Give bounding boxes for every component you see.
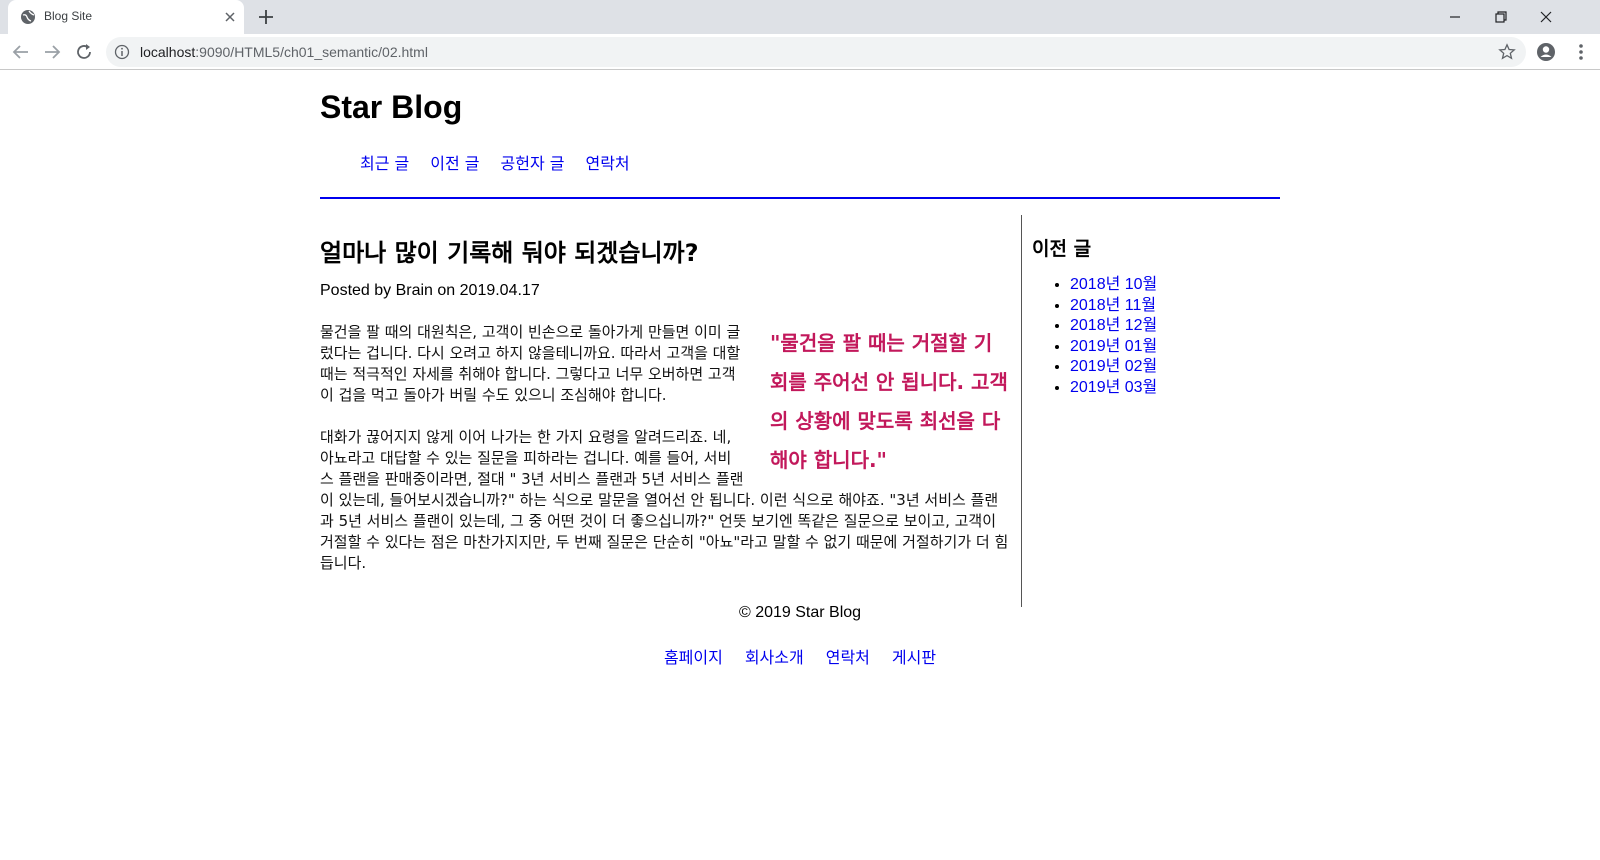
globe-icon: [21, 10, 35, 24]
browser-tabstrip: Blog Site: [0, 0, 1600, 34]
reload-icon[interactable]: [73, 41, 95, 63]
archive-link[interactable]: 2019년 03월: [1070, 379, 1157, 396]
main-nav: 최근 글 이전 글 공헌자 글 연락처: [360, 150, 651, 174]
pull-quote: "물건을 팔 때는 거절할 기회를 주어선 안 됩니다. 고객의 상황에 맞도록…: [770, 331, 1008, 472]
account-icon[interactable]: [1535, 41, 1557, 63]
web-page: Star Blog 최근 글 이전 글 공헌자 글 연락처 얼마나 많이 기록해 둬야…: [0, 70, 1600, 860]
minimize-icon[interactable]: [1444, 6, 1466, 28]
url-text[interactable]: localhost:9090/HTML5/ch01_semantic/02.ht…: [140, 44, 428, 60]
archive-link[interactable]: 2018년 10월: [1070, 276, 1157, 293]
sidebar-divider: [1021, 215, 1022, 607]
footer-nav: 홈페이지 회사소개 연락처 게시판: [320, 644, 1280, 668]
url-path: :9090/HTML5/ch01_semantic/02.html: [195, 44, 428, 60]
nav-link-previous[interactable]: 이전 글: [430, 154, 479, 173]
nav-divider: [320, 197, 1280, 199]
nav-link-recent[interactable]: 최근 글: [360, 154, 409, 173]
url-host: localhost: [140, 44, 196, 60]
footer-link-about[interactable]: 회사소개: [745, 648, 804, 667]
close-icon[interactable]: [222, 9, 238, 25]
nav-link-contributors[interactable]: 공헌자 글: [501, 154, 565, 173]
footer-link-board[interactable]: 게시판: [892, 648, 936, 667]
archive-link[interactable]: 2018년 11월: [1070, 297, 1156, 314]
window-close-icon[interactable]: [1535, 6, 1557, 28]
post-meta: Posted by Brain on 2019.04.17: [320, 282, 540, 299]
browser-tab[interactable]: Blog Site: [8, 0, 244, 34]
restore-icon[interactable]: [1490, 6, 1512, 28]
archive-item: 2018년 12월: [1070, 316, 1157, 337]
menu-dots-icon[interactable]: [1570, 41, 1592, 63]
article-body: "물건을 팔 때는 거절할 기회를 주어선 안 됩니다. 고객의 상황에 맞도록…: [320, 322, 1010, 595]
footer-link-contact[interactable]: 연락처: [826, 648, 870, 667]
archive-item: 2019년 02월: [1070, 357, 1157, 378]
copyright: © 2019 Star Blog: [738, 604, 862, 621]
archive-item: 2018년 11월: [1070, 296, 1157, 317]
tab-title: Blog Site: [44, 9, 93, 23]
post-title: 얼마나 많이 기록해 둬야 되겠습니까?: [320, 239, 699, 267]
footer-link-home[interactable]: 홈페이지: [664, 648, 723, 667]
archive-item: 2019년 03월: [1070, 378, 1157, 399]
site-title: Star Blog: [320, 89, 463, 125]
new-tab-icon[interactable]: [256, 7, 276, 27]
nav-link-contact[interactable]: 연락처: [585, 154, 629, 173]
info-icon[interactable]: [114, 44, 130, 60]
sidebar-title: 이전 글: [1032, 238, 1092, 260]
bookmark-star-icon[interactable]: [1498, 43, 1516, 61]
archive-link[interactable]: 2019년 01월: [1070, 338, 1157, 355]
archive-item: 2018년 10월: [1070, 275, 1157, 296]
archive-item: 2019년 01월: [1070, 337, 1157, 358]
forward-arrow-icon[interactable]: [41, 41, 63, 63]
address-bar[interactable]: localhost:9090/HTML5/ch01_semantic/02.ht…: [106, 37, 1526, 67]
archive-link[interactable]: 2019년 02월: [1070, 358, 1157, 375]
archive-list: 2018년 10월 2018년 11월 2018년 12월 2019년 01월 …: [1070, 275, 1157, 398]
back-arrow-icon[interactable]: [10, 41, 32, 63]
browser-toolbar: localhost:9090/HTML5/ch01_semantic/02.ht…: [0, 34, 1600, 70]
archive-link[interactable]: 2018년 12월: [1070, 317, 1157, 334]
